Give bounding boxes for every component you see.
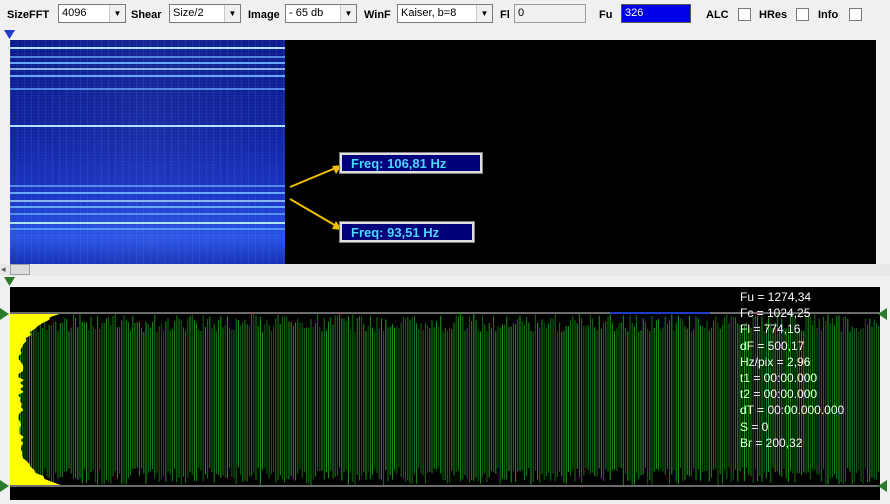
chevron-down-icon: ▼ [476, 5, 492, 22]
alc-checkbox[interactable] [738, 8, 751, 21]
spectral-line [10, 75, 285, 77]
spectral-line [10, 56, 285, 58]
shear-select[interactable]: Size/2 ▼ [169, 4, 241, 23]
stat-hz-per-pix: Hz/pix = 2,96 [740, 354, 811, 369]
fu-field[interactable]: 326 [621, 4, 691, 23]
toolbar: SizeFFT 4096 ▼ Shear Size/2 ▼ Image - 65… [0, 0, 890, 30]
sizefft-label: SizeFFT [7, 9, 50, 21]
level-envelope [10, 314, 61, 485]
fl-field[interactable]: 0 [514, 4, 586, 23]
spectrogram-image [10, 40, 285, 264]
winf-select[interactable]: Kaiser, b=8 ▼ [397, 4, 493, 23]
spectral-line [10, 68, 285, 70]
freq-annotation-upper: Freq: 106,81 Hz [339, 152, 483, 174]
spectral-line [10, 192, 285, 194]
info-label: Info [818, 9, 839, 21]
spectral-line [10, 213, 285, 215]
spectral-line [10, 62, 285, 64]
image-label: Image [248, 9, 280, 21]
image-select[interactable]: - 65 db ▼ [285, 4, 357, 23]
horizontal-scrollbar[interactable] [0, 264, 890, 276]
fl-label: Fl [500, 9, 510, 21]
right-lower-marker-icon[interactable] [878, 480, 888, 492]
freq-annotation-lower: Freq: 93,51 Hz [339, 221, 475, 243]
winf-label: WinF [364, 9, 391, 21]
stat-t2: t2 = 00:00.000 [740, 387, 818, 402]
chevron-down-icon: ▼ [109, 5, 125, 22]
spectral-line [10, 125, 285, 127]
hres-label: HRes [759, 9, 788, 21]
winf-value: Kaiser, b=8 [401, 7, 457, 19]
stats-readout: Fu = 1274,34 Fc = 1024,25 Fl = 774,16 dF… [740, 289, 844, 451]
lower-level-marker-icon[interactable] [0, 480, 10, 492]
spectral-line [10, 222, 285, 224]
spectral-line [10, 47, 285, 49]
hres-checkbox[interactable] [796, 8, 809, 21]
chevron-down-icon: ▼ [224, 5, 240, 22]
upper-level-marker-icon[interactable] [0, 308, 10, 320]
info-checkbox[interactable] [849, 8, 862, 21]
stat-df: dF = 500,17 [740, 338, 805, 353]
stat-t1: t1 = 00:00.000 [740, 370, 818, 385]
stat-fu: Fu = 1274,34 [740, 290, 812, 304]
fu-label: Fu [599, 9, 613, 21]
stat-br: Br = 200,32 [740, 435, 803, 450]
stat-dt: dT = 00:00.000.000 [740, 403, 845, 418]
scroll-left-icon[interactable]: ◂ [1, 264, 6, 275]
chevron-down-icon: ▼ [340, 5, 356, 22]
spectral-line [10, 185, 285, 187]
stat-fl: Fl = 774,16 [740, 322, 801, 337]
spectral-line [10, 88, 285, 90]
stat-s: S = 0 [740, 419, 769, 434]
stat-fc: Fc = 1024,25 [740, 306, 811, 321]
scrollbar-thumb[interactable] [10, 264, 30, 275]
sizefft-select[interactable]: 4096 ▼ [58, 4, 126, 23]
top-marker-icon[interactable] [4, 30, 16, 40]
right-upper-marker-icon[interactable] [878, 308, 888, 320]
sizefft-value: 4096 [62, 7, 87, 19]
shear-label: Shear [131, 9, 162, 21]
shear-value: Size/2 [173, 7, 204, 19]
spectral-line [10, 206, 285, 208]
time-marker-icon[interactable] [4, 277, 16, 287]
image-value: - 65 db [289, 7, 324, 19]
spectral-line [10, 228, 285, 230]
spectral-line [10, 200, 285, 202]
alc-label: ALC [706, 9, 729, 21]
